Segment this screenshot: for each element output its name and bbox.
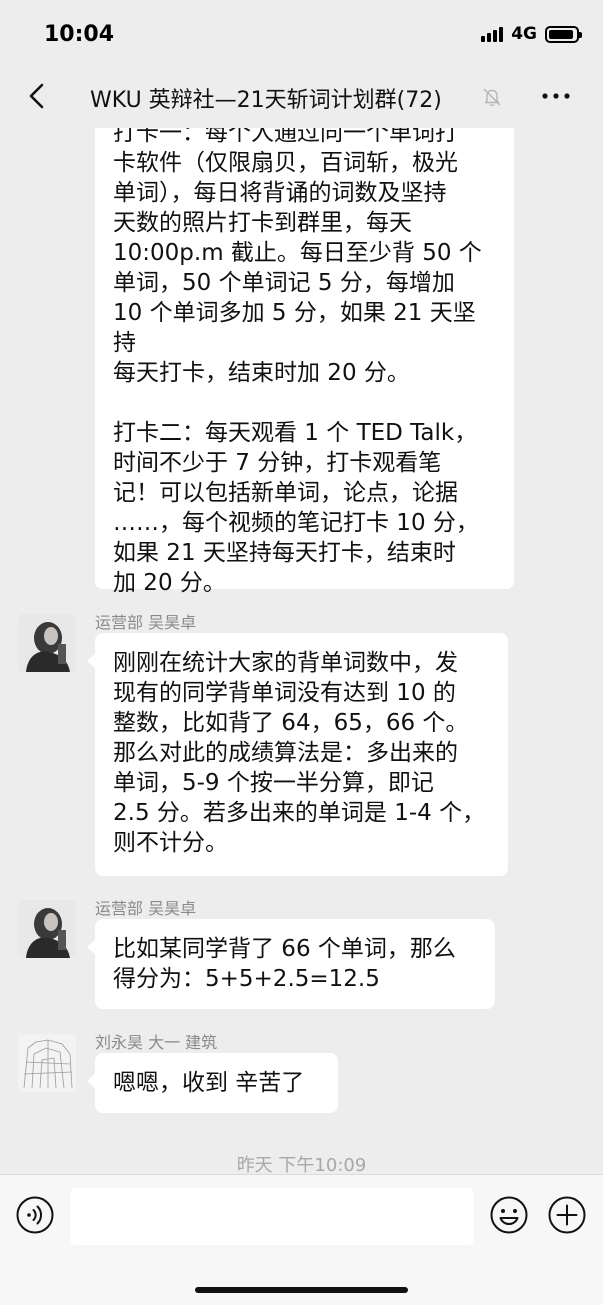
plus-circle-icon — [548, 1196, 586, 1234]
message-text: 打卡一：每个人通过同一个单词打 卡软件（仅限扇贝，百词斩，极光 单词），每日将背… — [113, 128, 482, 386]
emoji-button[interactable] — [489, 1195, 529, 1235]
message-input[interactable] — [70, 1188, 474, 1245]
ellipsis-icon — [542, 93, 570, 99]
sender-name: 刘永昊 大一 建筑 — [95, 1033, 218, 1052]
battery-icon — [545, 25, 582, 43]
signal-icon — [481, 26, 504, 42]
message-bubble[interactable]: 刚刚在统计大家的背单词数中，发 现有的同学背单词没有达到 10 的 整数，比如背… — [87, 633, 508, 876]
nav-bar: WKU 英辩社—21天斩词计划群(72) — [0, 64, 603, 128]
message-text: 打卡二：每天观看 1 个 TED Talk， 时间不少于 7 分钟，打卡观看笔 … — [113, 420, 479, 596]
back-button[interactable] — [20, 78, 56, 114]
timestamp: 昨天 下午10:09 — [236, 1155, 367, 1174]
sender-name: 运营部 吴昊卓 — [95, 899, 197, 918]
message-text: 刚刚在统计大家的背单词数中，发 现有的同学背单词没有达到 10 的 整数，比如背… — [113, 650, 486, 856]
avatar[interactable] — [18, 1034, 76, 1092]
avatar[interactable] — [18, 614, 76, 672]
chat-screen: 10:04 4G WKU 英辩社—21天斩词计划群(72) 打卡一：每个人通过同… — [0, 0, 603, 1305]
voice-icon — [16, 1196, 54, 1234]
message-text: 嗯嗯，收到 辛苦了 — [113, 1070, 305, 1096]
input-bar — [0, 1174, 603, 1305]
network-type: 4G — [511, 24, 537, 44]
chevron-left-icon — [29, 83, 44, 109]
message-text: 比如某同学背了 66 个单词，那么 得分为：5+5+2.5=12.5 — [113, 936, 456, 992]
message-bubble[interactable]: 比如某同学背了 66 个单词，那么 得分为：5+5+2.5=12.5 — [87, 919, 495, 1009]
message-bubble[interactable]: 嗯嗯，收到 辛苦了 — [87, 1053, 338, 1113]
more-button[interactable] — [538, 84, 574, 108]
chat-message-list[interactable]: 打卡一：每个人通过同一个单词打 卡软件（仅限扇贝，百词斩，极光 单词），每日将背… — [0, 128, 603, 1174]
voice-button[interactable] — [15, 1195, 55, 1235]
home-indicator — [195, 1287, 408, 1293]
avatar[interactable] — [18, 900, 76, 958]
add-button[interactable] — [547, 1195, 587, 1235]
status-indicators: 4G — [481, 24, 582, 44]
status-time: 10:04 — [44, 22, 115, 47]
chat-title: WKU 英辩社—21天斩词计划群(72) — [90, 88, 442, 113]
status-bar: 10:04 4G — [0, 0, 603, 64]
sender-name: 运营部 吴昊卓 — [95, 613, 197, 632]
bell-off-icon — [481, 86, 503, 108]
message-bubble[interactable]: 打卡一：每个人通过同一个单词打 卡软件（仅限扇贝，百词斩，极光 单词），每日将背… — [95, 128, 514, 596]
emoji-icon — [490, 1196, 528, 1234]
